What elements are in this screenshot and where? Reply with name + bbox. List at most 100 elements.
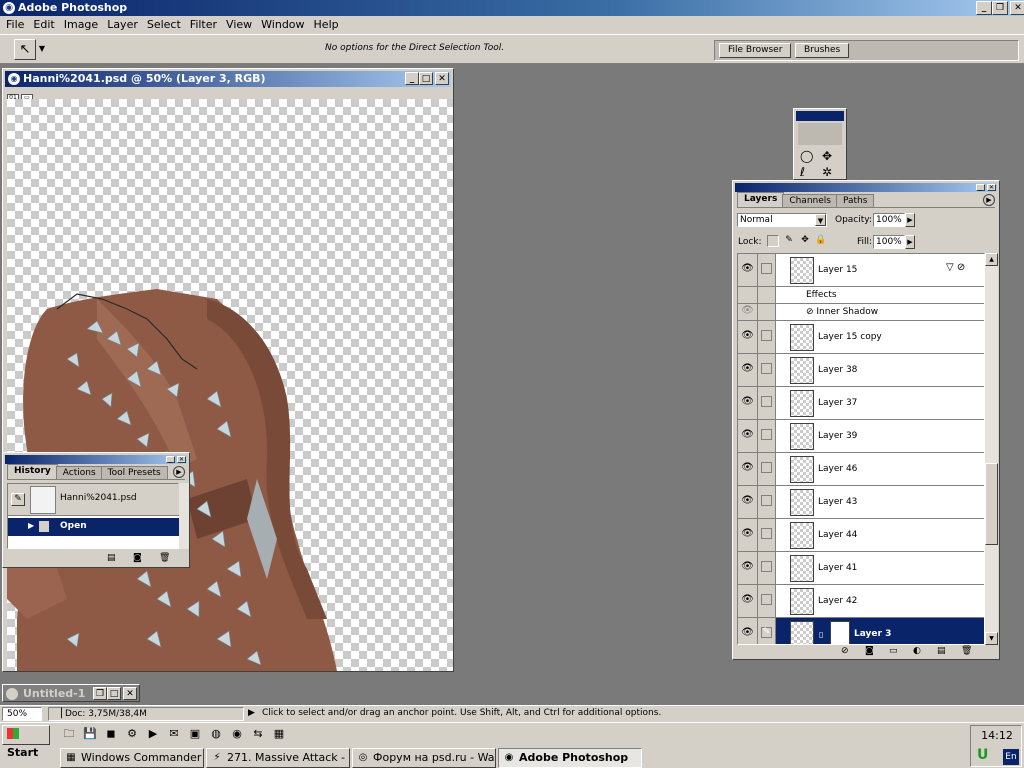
zoom-field[interactable]: 50% bbox=[2, 707, 42, 721]
restore-button[interactable]: ❐ bbox=[992, 1, 1008, 15]
menu-filter[interactable]: Filter bbox=[186, 16, 222, 34]
effects-visibility-cell[interactable] bbox=[738, 287, 758, 303]
layer-row[interactable]: 👁 Layer 37 bbox=[738, 387, 984, 420]
image-canvas[interactable] bbox=[7, 99, 453, 671]
magic-wand-tool-icon[interactable]: ✲ bbox=[822, 165, 832, 179]
visibility-eye-icon[interactable]: 👁 bbox=[738, 420, 758, 452]
history-minimize-button[interactable]: _ bbox=[166, 456, 175, 463]
history-state-open[interactable]: ▶ Open bbox=[8, 518, 180, 536]
layers-minimize-button[interactable]: _ bbox=[976, 184, 985, 191]
history-brush-icon[interactable]: ✎ bbox=[11, 493, 25, 506]
status-menu-arrow-icon[interactable]: ▶ bbox=[248, 708, 255, 718]
menu-edit[interactable]: Edit bbox=[29, 16, 59, 34]
scroll-down-arrow-icon[interactable]: ▼ bbox=[985, 632, 998, 645]
chevron-down-icon[interactable]: ▼ bbox=[815, 214, 826, 226]
lasso-tool-icon[interactable]: ℓ bbox=[800, 165, 805, 179]
opacity-slider-arrow-icon[interactable]: ▶ bbox=[905, 213, 915, 227]
new-layer-icon[interactable]: ▤ bbox=[937, 646, 946, 656]
link-checkbox[interactable] bbox=[761, 561, 772, 572]
scroll-thumb[interactable] bbox=[985, 463, 998, 545]
visibility-eye-icon[interactable]: 👁 bbox=[738, 519, 758, 551]
tab-history[interactable]: History bbox=[7, 464, 58, 479]
layers-close-button[interactable]: ✕ bbox=[987, 184, 996, 191]
link-checkbox[interactable] bbox=[761, 396, 772, 407]
link-checkbox[interactable] bbox=[761, 330, 772, 341]
inner-shadow-row[interactable]: 👁 ⊘ Inner Shadow bbox=[738, 304, 984, 321]
quick-launch-network-icon[interactable]: ⇆ bbox=[249, 725, 267, 743]
history-trash-icon[interactable]: 🗑 bbox=[159, 553, 170, 563]
visibility-eye-icon[interactable]: 👁 bbox=[738, 552, 758, 584]
layers-menu-arrow-icon[interactable]: ▶ bbox=[983, 194, 995, 206]
tab-paths[interactable]: Paths bbox=[835, 194, 875, 207]
close-button[interactable]: ✕ bbox=[1010, 1, 1024, 15]
doc-minimize-button[interactable]: _ bbox=[405, 72, 419, 85]
link-checkbox[interactable] bbox=[761, 462, 772, 473]
layer-row[interactable]: 👁 Layer 43 bbox=[738, 486, 984, 519]
visibility-eye-icon[interactable]: 👁 bbox=[738, 321, 758, 353]
delete-layer-icon[interactable]: 🗑 bbox=[961, 646, 972, 656]
quick-launch-folder-icon[interactable]: 🗀 bbox=[60, 725, 78, 743]
visibility-eye-icon[interactable]: 👁 bbox=[738, 585, 758, 617]
add-layer-style-icon[interactable]: ⊘ bbox=[841, 646, 849, 656]
mini-restore-button[interactable]: ❐ bbox=[93, 687, 107, 700]
effects-row[interactable]: Effects bbox=[738, 287, 984, 304]
layer-row[interactable]: 👁 Layer 42 bbox=[738, 585, 984, 618]
tab-actions[interactable]: Actions bbox=[55, 466, 103, 479]
layer-row[interactable]: 👁 Layer 15 copy bbox=[738, 321, 984, 354]
layer-row[interactable]: 👁 Layer 44 bbox=[738, 519, 984, 552]
layers-scrollbar[interactable]: ▲ ▼ bbox=[985, 253, 998, 645]
marquee-tool-icon[interactable]: ◯ bbox=[800, 149, 813, 163]
menu-file[interactable]: File bbox=[2, 16, 29, 34]
menu-select[interactable]: Select bbox=[143, 16, 186, 34]
visibility-eye-icon[interactable]: 👁 bbox=[738, 453, 758, 485]
quick-launch-disk-icon[interactable]: 💾 bbox=[81, 725, 99, 743]
history-menu-arrow-icon[interactable]: ▶ bbox=[173, 466, 185, 478]
visibility-eye-icon[interactable]: 👁 bbox=[738, 354, 758, 386]
menu-window[interactable]: Window bbox=[257, 16, 309, 34]
quick-launch-browser-icon[interactable]: ◉ bbox=[228, 725, 246, 743]
quick-launch-pdf-icon[interactable]: ▣ bbox=[186, 725, 204, 743]
lock-transparency-icon[interactable] bbox=[767, 235, 779, 247]
mini-maximize-button[interactable]: □ bbox=[107, 687, 121, 700]
new-adjustment-layer-icon[interactable]: ◐ bbox=[913, 646, 921, 656]
scroll-up-arrow-icon[interactable]: ▲ bbox=[985, 253, 998, 266]
layer-row[interactable]: 👁 Layer 41 bbox=[738, 552, 984, 585]
link-checkbox[interactable] bbox=[761, 528, 772, 539]
task-windows-commander[interactable]: ▦ Windows Commander 5.10... bbox=[60, 748, 204, 768]
menu-help[interactable]: Help bbox=[310, 16, 344, 34]
doc-maximize-button[interactable]: □ bbox=[419, 72, 433, 85]
menu-view[interactable]: View bbox=[222, 16, 257, 34]
task-browser[interactable]: ◎ Форум на psd.ru - Wallpa... bbox=[352, 748, 496, 768]
doc-size-info[interactable]: ▕ Doc: 3,75M/38,4M bbox=[48, 707, 244, 721]
new-set-icon[interactable]: ▭ bbox=[889, 646, 898, 656]
task-winamp[interactable]: ⚡ 271. Massive Attack - Hea... bbox=[206, 748, 350, 768]
brush-active-icon[interactable]: ✎ bbox=[761, 627, 772, 638]
clock[interactable]: 14:12 bbox=[971, 729, 1023, 742]
quick-launch-mail-icon[interactable]: ✉ bbox=[165, 725, 183, 743]
new-snapshot-icon[interactable]: ◙ bbox=[133, 553, 142, 563]
layer-row[interactable]: 👁 Layer 38 bbox=[738, 354, 984, 387]
add-mask-icon[interactable]: ◙ bbox=[865, 646, 874, 656]
history-snapshot[interactable]: ✎ Hanni%2041.psd bbox=[8, 484, 180, 516]
history-scrollbar[interactable] bbox=[179, 483, 189, 549]
menu-layer[interactable]: Layer bbox=[103, 16, 143, 34]
layers-palette-title-bar[interactable]: _ ✕ bbox=[735, 183, 997, 192]
minimized-document[interactable]: Untitled-1 ❐ □ ✕ bbox=[2, 684, 140, 702]
blend-mode-select[interactable]: Normal ▼ bbox=[737, 213, 827, 227]
quick-launch-player-icon[interactable]: ▶ bbox=[144, 725, 162, 743]
lock-all-icon[interactable]: 🔒 bbox=[815, 235, 827, 247]
layer-row[interactable]: 👁 Layer 15 ▽ ⊘ bbox=[738, 254, 984, 287]
layer-row[interactable]: 👁 Layer 39 bbox=[738, 420, 984, 453]
visibility-eye-icon[interactable]: 👁 bbox=[738, 486, 758, 518]
fill-input[interactable]: 100% bbox=[873, 235, 905, 249]
opacity-input[interactable]: 100% bbox=[873, 213, 905, 227]
tab-layers[interactable]: Layers bbox=[737, 192, 785, 207]
layer-mask-thumbnail[interactable] bbox=[830, 621, 850, 644]
palette-tab-brushes[interactable]: Brushes bbox=[795, 43, 850, 58]
lock-brush-icon[interactable]: ✎ bbox=[783, 235, 795, 247]
mini-close-button[interactable]: ✕ bbox=[123, 687, 137, 700]
history-close-button[interactable]: ✕ bbox=[177, 456, 186, 463]
layer-row[interactable]: 👁 Layer 46 bbox=[738, 453, 984, 486]
visibility-eye-icon[interactable]: 👁 bbox=[738, 387, 758, 419]
visibility-eye-icon[interactable]: 👁 bbox=[738, 618, 758, 644]
